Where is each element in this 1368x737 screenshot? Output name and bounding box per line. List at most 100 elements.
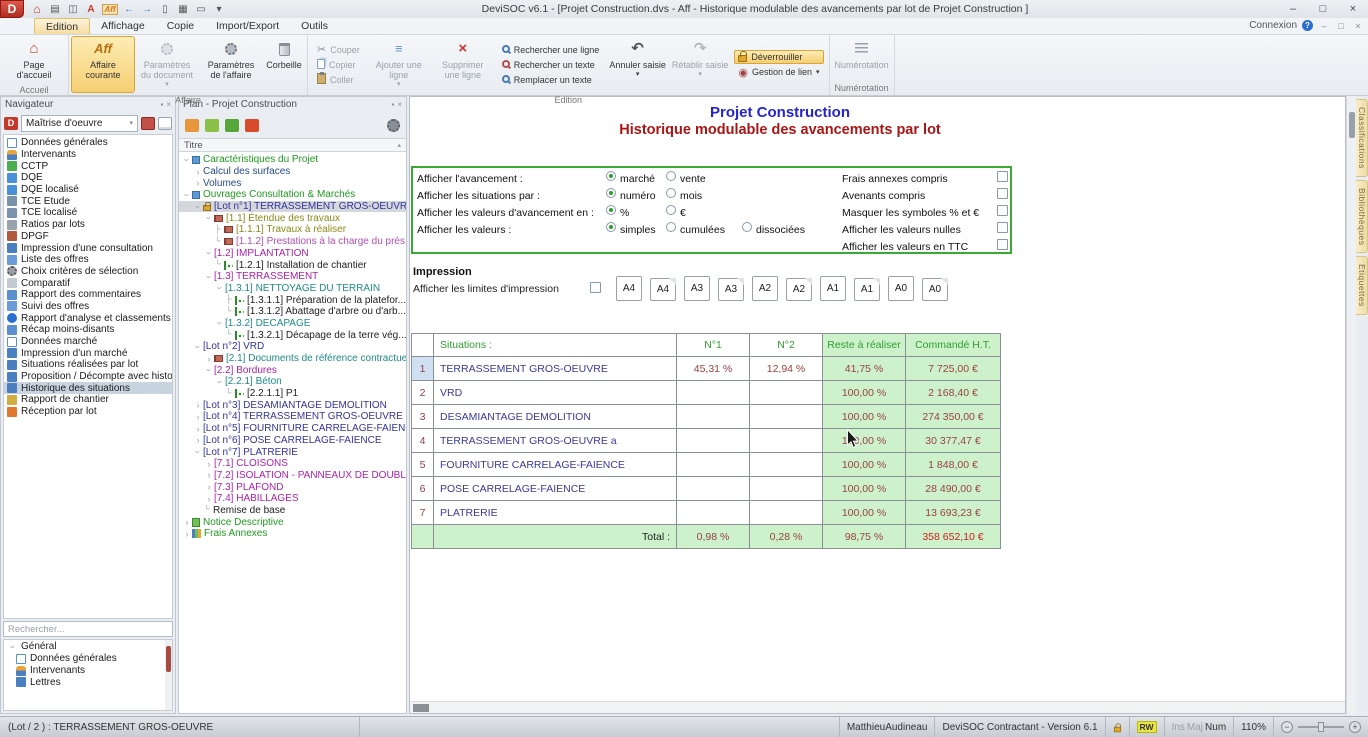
horizontal-scrollbar[interactable] <box>410 701 1345 713</box>
chevron-closed-icon[interactable]: › <box>204 470 214 480</box>
nav-item-intervenants[interactable]: Intervenants <box>4 665 172 677</box>
nav-item-r-ception-par-lot[interactable]: Réception par lot <box>4 406 172 418</box>
supprimer-une-ligne-button[interactable]: ×Supprimer une ligne <box>431 36 495 93</box>
forward-icon[interactable]: → <box>140 4 154 15</box>
tree-item[interactable]: ›[7.3] PLAFOND <box>179 481 406 493</box>
chevron-closed-icon[interactable]: › <box>182 529 192 539</box>
tree-item[interactable]: ›[1.3] TERRASSEMENT <box>179 271 406 283</box>
mini-scrollbar[interactable] <box>165 640 172 710</box>
nav-item-donn-es-g-n-rales[interactable]: Données générales <box>4 653 172 665</box>
tree-item[interactable]: ›[1.2] IMPLANTATION <box>179 248 406 260</box>
doc-minimize-icon[interactable]: – <box>1318 21 1330 31</box>
chevron-open-icon[interactable]: › <box>182 190 192 200</box>
value-cell[interactable] <box>677 501 750 525</box>
chevron-closed-icon[interactable]: › <box>182 517 192 527</box>
screen-icon[interactable]: ▭ <box>194 4 208 15</box>
couper-button[interactable]: ✂Couper <box>313 43 364 57</box>
tree-item[interactable]: ›[7.2] ISOLATION - PANNEAUX DE DOUBLA... <box>179 470 406 482</box>
corbeille-button[interactable]: Corbeille <box>263 36 305 93</box>
value-cell[interactable] <box>750 405 823 429</box>
scrollbar-thumb[interactable] <box>166 646 171 672</box>
nav-item-dpgf[interactable]: DPGF <box>4 231 172 243</box>
devisoc-logo-icon[interactable]: D <box>0 0 24 18</box>
chevron-open-icon[interactable]: › <box>193 447 203 457</box>
restore-button[interactable]: □ <box>1308 3 1338 15</box>
nav-item-proposition-d-compte-avec-historique[interactable]: Proposition / Décompte avec historique <box>4 371 172 383</box>
nav-item-choix-crit-res-de-s-lection[interactable]: Choix critères de sélection <box>4 266 172 278</box>
table-row[interactable]: 4TERRASSEMENT GROS-OEUVRE a100,00 %30 37… <box>412 429 1001 453</box>
chevron-open-icon[interactable]: › <box>215 318 225 328</box>
nav-item-rapport-d-analyse-et-classements[interactable]: Rapport d'analyse et classements <box>4 312 172 324</box>
gear-icon[interactable] <box>387 119 400 132</box>
nav-item-donn-es-g-n-rales[interactable]: Données générales <box>4 137 172 149</box>
value-cell[interactable]: 45,31 % <box>677 357 750 381</box>
form-icon[interactable] <box>158 117 172 130</box>
paper-a0-portrait-button[interactable]: A0 <box>888 276 914 301</box>
value-cell[interactable] <box>677 477 750 501</box>
param-tres-de-l-affaire-button[interactable]: Paramètres de l'affaire <box>199 36 263 93</box>
chevron-open-icon[interactable]: › <box>193 202 203 212</box>
value-cell[interactable]: 100,00 % <box>823 381 906 405</box>
home-icon[interactable]: ⌂ <box>30 2 44 16</box>
remplacer-un-texte-button[interactable]: Remplacer un texte <box>498 73 604 87</box>
value-cell[interactable] <box>750 501 823 525</box>
checkbox-masquer-les-symboles-%-et-€[interactable] <box>997 205 1008 216</box>
coller-button[interactable]: Coller <box>313 73 364 87</box>
chevron-open-icon[interactable]: › <box>204 213 214 223</box>
tree-item[interactable]: └[1.3.1.2] Abattage d'arbre ou d'arb... <box>179 306 406 318</box>
zoom-in-button[interactable]: + <box>1349 721 1361 733</box>
print-icon[interactable]: ▤ <box>48 4 62 15</box>
table-row[interactable]: 5FOURNITURE CARRELAGE-FAIENCE100,00 %1 8… <box>412 453 1001 477</box>
paper-a0-landscape-button[interactable]: A0 <box>922 278 948 301</box>
nav-item-impression-d-une-consultation[interactable]: Impression d'une consultation <box>4 242 172 254</box>
nav-item-r-cap-moins-disants[interactable]: Récap moins-disants <box>4 324 172 336</box>
zoom-out-button[interactable]: − <box>1281 721 1293 733</box>
document-icon[interactable] <box>225 119 239 132</box>
value-cell[interactable] <box>750 381 823 405</box>
tree-item[interactable]: └[1.2.1] Installation de chantier <box>179 259 406 271</box>
paper-a1-landscape-button[interactable]: A1 <box>854 278 880 301</box>
nav-item-intervenants[interactable]: Intervenants <box>4 149 172 161</box>
chevron-closed-icon[interactable]: › <box>204 459 214 469</box>
general-section-header[interactable]: › Général <box>4 640 172 653</box>
page-icon[interactable]: ▯ <box>158 4 172 15</box>
tree-item[interactable]: └[2.2.1.1] P1 <box>179 388 406 400</box>
paper-a2-portrait-button[interactable]: A2 <box>752 276 778 301</box>
back-icon[interactable]: ← <box>122 4 136 15</box>
tree-item[interactable]: ›[Lot n°6] POSE CARRELAGE-FAIENCE <box>179 435 406 447</box>
tree-item[interactable]: ›[Lot n°4] TERRASSEMENT GROS-OEUVRE a <box>179 411 406 423</box>
copier-button[interactable]: Copier <box>313 58 364 72</box>
tree-item[interactable]: ›[7.4] HABILLAGES <box>179 493 406 505</box>
nav-item-rapport-de-chantier[interactable]: Rapport de chantier <box>4 394 172 406</box>
value-cell[interactable]: 100,00 % <box>823 501 906 525</box>
tree-item[interactable]: ›[2.1] Documents de référence contractue… <box>179 353 406 365</box>
affaire-courante-button[interactable]: AffAffaire courante <box>71 36 135 93</box>
tree-item[interactable]: ›Volumes <box>179 177 406 189</box>
table-row[interactable]: 6POSE CARRELAGE-FAIENCE100,00 %28 490,00… <box>412 477 1001 501</box>
tab-edition[interactable]: Edition <box>34 18 90 34</box>
table-row[interactable]: 7PLATRERIE100,00 %13 693,23 € <box>412 501 1001 525</box>
nav-item-situations-r-alis-es-par-lot[interactable]: Situations réalisées par lot <box>4 359 172 371</box>
tree-item[interactable]: ├[1.3.1.1] Préparation de la platefor... <box>179 294 406 306</box>
value-cell[interactable] <box>677 453 750 477</box>
close-button[interactable]: × <box>1338 3 1368 15</box>
connexion-label[interactable]: Connexion <box>1249 20 1297 31</box>
checkbox-afficher-les-valeurs-nulles[interactable] <box>997 222 1008 233</box>
minimize-button[interactable]: – <box>1278 3 1308 15</box>
tree-item[interactable]: ›[1.3.2] DECAPAGE <box>179 318 406 330</box>
tab-affichage[interactable]: Affichage <box>90 18 156 34</box>
checkbox-frais-annexes-compris[interactable] <box>997 171 1008 182</box>
tree-item[interactable]: ›[Lot n°7] PLATRERIE <box>179 446 406 458</box>
scrollbar-thumb[interactable] <box>413 704 429 712</box>
side-tab-classifications[interactable]: Classifications <box>1356 99 1368 177</box>
aff-icon[interactable]: Aff <box>102 4 118 15</box>
checkbox-afficher-les-valeurs-en-ttc[interactable] <box>997 239 1008 250</box>
table-row[interactable]: 2VRD100,00 %2 168,40 € <box>412 381 1001 405</box>
nav-item-ratios-par-lots[interactable]: Ratios par lots <box>4 219 172 231</box>
chevron-open-icon[interactable]: › <box>204 248 214 258</box>
value-cell[interactable] <box>750 477 823 501</box>
table-row[interactable]: 3DESAMIANTAGE DEMOLITION100,00 %274 350,… <box>412 405 1001 429</box>
nav-item-donn-es-march[interactable]: Données marché <box>4 336 172 348</box>
calculator-icon[interactable] <box>141 117 155 130</box>
chevron-closed-icon[interactable]: › <box>193 400 203 410</box>
